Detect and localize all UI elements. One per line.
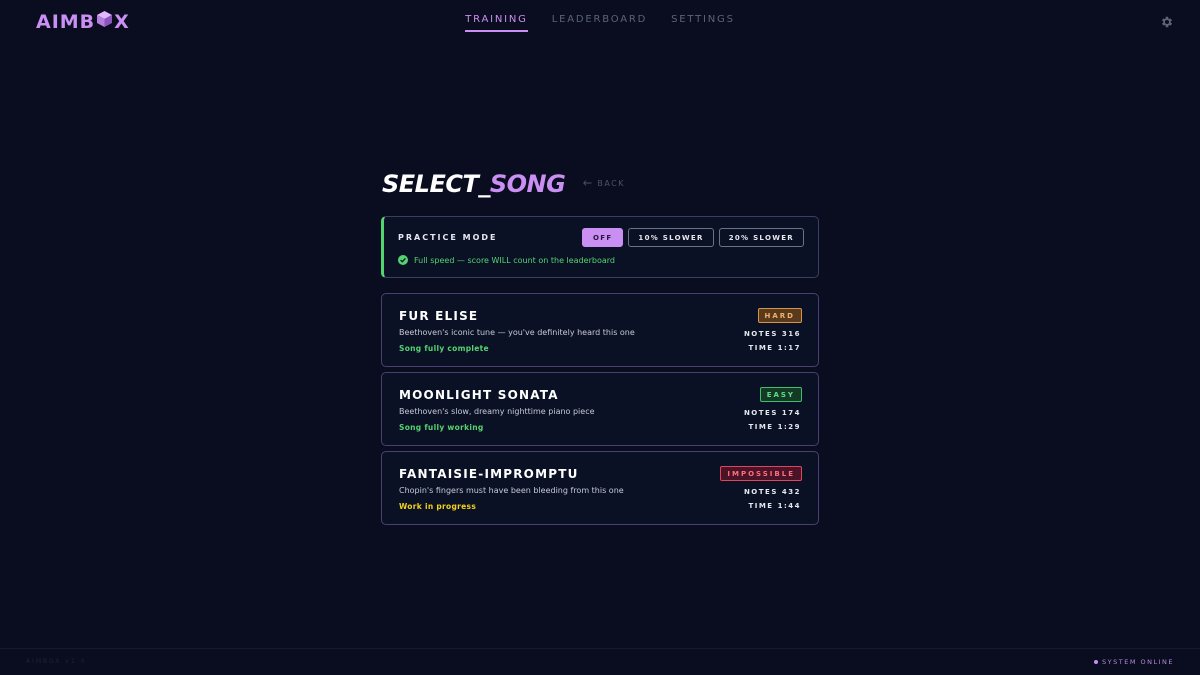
notes-label: NOTES xyxy=(743,488,778,496)
speed-off-button[interactable]: OFF xyxy=(581,228,624,247)
arrow-left-icon xyxy=(583,179,592,188)
song-card-moonlight-sonata[interactable]: MOONLIGHT SONATA Beethoven's slow, dream… xyxy=(381,372,819,446)
song-title: MOONLIGHT SONATA xyxy=(399,388,559,402)
song-description: Beethoven's iconic tune — you've definit… xyxy=(399,328,635,337)
practice-status-text: Full speed — score WILL count on the lea… xyxy=(414,255,615,265)
speed-options: OFF 10% SLOWER 20% SLOWER xyxy=(581,228,804,247)
song-notes: NOTES 174 xyxy=(744,409,801,417)
nav-training[interactable]: TRAINING xyxy=(465,14,528,32)
song-notes: NOTES 432 xyxy=(744,488,801,496)
song-status: Work in progress xyxy=(399,502,477,511)
page-title: SELECT_SONG xyxy=(382,170,566,198)
version-text: AIMBOX v1.0 xyxy=(26,658,87,665)
notes-value: 432 xyxy=(781,488,801,496)
time-value: 1:29 xyxy=(777,423,801,431)
speed-20-slower-button[interactable]: 20% SLOWER xyxy=(718,228,804,247)
top-bar: AIMB X TRAINING LEADERBOARD SETTINGS xyxy=(0,0,1200,44)
song-status: Song fully working xyxy=(399,423,484,432)
back-button[interactable]: BACK xyxy=(583,179,625,188)
notes-label: NOTES xyxy=(743,330,778,338)
system-status-text: SYSTEM ONLINE xyxy=(1102,658,1174,666)
song-title: FUR ELISE xyxy=(399,309,479,323)
back-label: BACK xyxy=(597,179,625,188)
time-label: TIME xyxy=(748,423,774,431)
notes-value: 316 xyxy=(781,330,801,338)
time-label: TIME xyxy=(748,502,774,510)
footer-divider xyxy=(0,648,1200,649)
nav-settings[interactable]: SETTINGS xyxy=(671,14,735,32)
nav-leaderboard[interactable]: LEADERBOARD xyxy=(552,14,647,32)
difficulty-badge: IMPOSSIBLE xyxy=(720,466,802,481)
practice-status: Full speed — score WILL count on the lea… xyxy=(398,255,615,265)
song-title: FANTAISIE-IMPROMPTU xyxy=(399,467,579,481)
status-dot-icon xyxy=(1094,660,1099,664)
check-circle-icon xyxy=(398,255,408,265)
notes-value: 174 xyxy=(781,409,801,417)
speed-10-slower-button[interactable]: 10% SLOWER xyxy=(628,228,714,247)
time-label: TIME xyxy=(748,344,774,352)
practice-mode-label: PRACTICE MODE xyxy=(398,233,498,242)
system-status: SYSTEM ONLINE xyxy=(1094,658,1174,666)
time-value: 1:17 xyxy=(777,344,801,352)
song-description: Chopin's fingers must have been bleeding… xyxy=(399,486,624,495)
song-card-fur-elise[interactable]: FUR ELISE Beethoven's iconic tune — you'… xyxy=(381,293,819,367)
song-status: Song fully complete xyxy=(399,344,489,353)
difficulty-badge: EASY xyxy=(759,387,802,402)
time-value: 1:44 xyxy=(777,502,801,510)
difficulty-badge: HARD xyxy=(757,308,802,323)
title-accent: SONG xyxy=(489,170,566,198)
gear-icon[interactable] xyxy=(1160,14,1174,28)
notes-label: NOTES xyxy=(743,409,778,417)
song-description: Beethoven's slow, dreamy nighttime piano… xyxy=(399,407,595,416)
title-white: SELECT_ xyxy=(382,170,490,198)
page-heading: SELECT_SONG BACK xyxy=(382,170,625,198)
main-nav: TRAINING LEADERBOARD SETTINGS xyxy=(0,14,1200,32)
song-time: TIME 1:29 xyxy=(748,423,801,431)
practice-mode-panel: PRACTICE MODE OFF 10% SLOWER 20% SLOWER … xyxy=(381,216,819,278)
song-notes: NOTES 316 xyxy=(744,330,801,338)
song-time: TIME 1:17 xyxy=(748,344,801,352)
song-time: TIME 1:44 xyxy=(748,502,801,510)
song-card-fantaisie-impromptu[interactable]: FANTAISIE-IMPROMPTU Chopin's fingers mus… xyxy=(381,451,819,525)
